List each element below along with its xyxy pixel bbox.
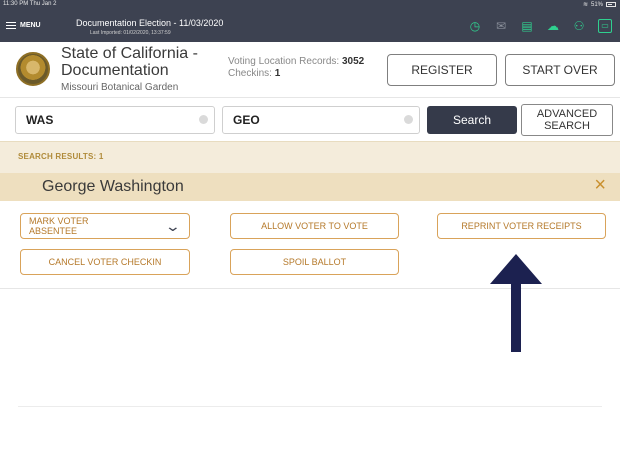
advanced-search-button[interactable]: ADVANCED SEARCH: [521, 104, 613, 136]
wifi-icon: ≋: [582, 2, 588, 8]
register-button[interactable]: REGISTER: [387, 54, 497, 86]
records-summary: Voting Location Records: 3052 Checkins: …: [228, 56, 364, 80]
status-indicators: ≋ 51%: [583, 1, 616, 8]
users-icon[interactable]: ⚇: [572, 19, 586, 33]
voter-name: George Washington: [42, 178, 184, 195]
search-button[interactable]: Search: [427, 106, 517, 134]
last-name-input[interactable]: WAS: [15, 106, 215, 134]
records-count: 3052: [341, 56, 365, 67]
hamburger-icon: [6, 22, 16, 29]
results-header: SEARCH RESULTS: 1: [0, 141, 620, 173]
app-bar: 11:30 PM Thu Jan 2 ≋ 51% MENU Documentat…: [0, 0, 620, 42]
toolbar-icons: ◷ ✉ ▤ ☁ ⚇ ▭: [468, 19, 612, 33]
mark-absentee-label: MARK VOTER ABSENTEE: [29, 216, 89, 236]
polling-location: Missouri Botanical Garden: [61, 82, 179, 93]
printer-icon[interactable]: ▤: [520, 19, 534, 33]
battery-icon: [606, 2, 616, 7]
org-name: State of California - Documentation: [61, 45, 198, 79]
annotation-arrow-icon: [490, 254, 542, 352]
checkins-count: 1: [274, 68, 281, 79]
divider: [18, 406, 602, 407]
close-icon[interactable]: ×: [594, 174, 606, 197]
allow-voter-button[interactable]: ALLOW VOTER TO VOTE: [230, 213, 399, 239]
state-seal-logo: [16, 52, 50, 86]
records-label: Voting Location Records:: [228, 56, 340, 67]
first-name-value: GEO: [233, 113, 260, 127]
menu-label: MENU: [20, 22, 41, 29]
last-name-value: WAS: [26, 113, 54, 127]
cancel-checkin-button[interactable]: CANCEL VOTER CHECKIN: [20, 249, 190, 275]
menu-button[interactable]: MENU: [6, 22, 41, 29]
battery-level: 51%: [590, 1, 603, 8]
clear-icon[interactable]: [199, 115, 208, 124]
mail-icon[interactable]: ✉: [494, 19, 508, 33]
election-title: Documentation Election - 11/03/2020: [76, 18, 224, 28]
location-header: State of California - Documentation Miss…: [0, 42, 620, 98]
clock-icon[interactable]: ◷: [468, 19, 482, 33]
first-name-input[interactable]: GEO: [222, 106, 420, 134]
results-count: SEARCH RESULTS: 1: [18, 152, 104, 161]
clear-icon[interactable]: [404, 115, 413, 124]
cloud-icon[interactable]: ☁: [546, 19, 560, 33]
spoil-ballot-button[interactable]: SPOIL BALLOT: [230, 249, 399, 275]
checkins-label: Checkins:: [228, 68, 272, 79]
search-bar: WAS GEO Search ADVANCED SEARCH: [0, 98, 620, 140]
chat-icon[interactable]: ▭: [598, 19, 612, 33]
reprint-receipts-button[interactable]: REPRINT VOTER RECEIPTS: [437, 213, 606, 239]
start-over-button[interactable]: START OVER: [505, 54, 615, 86]
status-time: 11:30 PM Thu Jan 2: [3, 1, 57, 7]
voter-result-row[interactable]: George Washington ×: [0, 173, 620, 201]
chevron-down-icon: ⌄: [164, 218, 182, 234]
mark-absentee-dropdown[interactable]: MARK VOTER ABSENTEE ⌄: [20, 213, 190, 239]
last-imported: Last Imported: 01/02/2020, 13:37:59: [90, 30, 171, 36]
